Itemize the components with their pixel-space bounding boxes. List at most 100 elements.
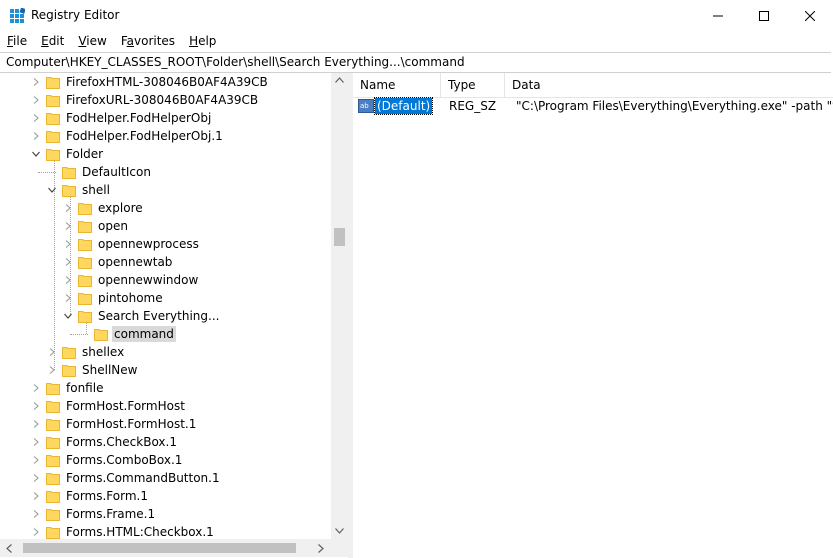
chevron-right-icon[interactable] [32, 402, 40, 410]
chevron-right-icon[interactable] [32, 384, 40, 392]
tree-item-label[interactable]: open [96, 218, 130, 234]
tree-item-folder[interactable]: Folder [0, 145, 331, 163]
minimize-button[interactable] [695, 0, 741, 32]
tree-item-label[interactable]: FodHelper.FodHelperObj [64, 110, 213, 126]
menu-favorites[interactable]: Favorites [114, 32, 182, 51]
tree-item-label[interactable]: FormHost.FormHost.1 [64, 416, 198, 432]
chevron-right-icon[interactable] [32, 528, 40, 536]
tree-item-label[interactable]: explore [96, 200, 145, 216]
tree-item-label[interactable]: shellex [80, 344, 126, 360]
tree-item-label[interactable]: Folder [64, 146, 105, 162]
tree-item-formhost-formhost-1[interactable]: FormHost.FormHost.1 [0, 415, 331, 433]
tree-horizontal-scroll-thumb[interactable] [23, 543, 296, 553]
tree-item-label[interactable]: command [112, 326, 176, 342]
chevron-right-icon[interactable] [32, 492, 40, 500]
chevron-right-icon[interactable] [32, 438, 40, 446]
tree-item-label[interactable]: DefaultIcon [80, 164, 153, 180]
tree-item-fodhelper-fodhelperobj-1[interactable]: FodHelper.FodHelperObj.1 [0, 127, 331, 145]
tree-item-label[interactable]: ShellNew [80, 362, 139, 378]
chevron-right-icon[interactable] [64, 204, 72, 212]
chevron-right-icon[interactable] [48, 366, 56, 374]
maximize-button[interactable] [741, 0, 787, 32]
scroll-right-arrow-icon[interactable] [318, 544, 324, 553]
registry-key-tree[interactable]: FirefoxHTML-308046B0AF4A39CB FirefoxURL-3… [0, 73, 347, 557]
chevron-right-icon[interactable] [48, 348, 56, 356]
tree-item-defaulticon[interactable]: DefaultIcon [0, 163, 331, 181]
chevron-right-icon[interactable] [32, 420, 40, 428]
tree-item-label[interactable]: FirefoxHTML-308046B0AF4A39CB [64, 74, 270, 90]
address-path[interactable]: Computer\HKEY_CLASSES_ROOT\Folder\shell\… [6, 55, 465, 69]
tree-item-fodhelper-fodhelperobj[interactable]: FodHelper.FodHelperObj [0, 109, 331, 127]
tree-item-label[interactable]: Forms.ComboBox.1 [64, 452, 184, 468]
tree-item-search-everything[interactable]: Search Everything... [0, 307, 331, 325]
tree-item-shellnew[interactable]: ShellNew [0, 361, 331, 379]
tree-item-label[interactable]: FodHelper.FodHelperObj.1 [64, 128, 225, 144]
chevron-right-icon[interactable] [32, 132, 40, 140]
tree-item-shell[interactable]: shell [0, 181, 331, 199]
tree-item-label[interactable]: opennewtab [96, 254, 174, 270]
chevron-right-icon[interactable] [64, 222, 72, 230]
tree-item-label[interactable]: FormHost.FormHost [64, 398, 187, 414]
menu-view[interactable]: View [71, 32, 113, 51]
tree-item-forms-combobox-1[interactable]: Forms.ComboBox.1 [0, 451, 331, 469]
tree-item-forms-checkbox-1[interactable]: Forms.CheckBox.1 [0, 433, 331, 451]
tree-item-explore[interactable]: explore [0, 199, 331, 217]
chevron-right-icon[interactable] [32, 456, 40, 464]
address-bar[interactable]: Computer\HKEY_CLASSES_ROOT\Folder\shell\… [0, 52, 831, 73]
tree-item-label[interactable]: opennewwindow [96, 272, 200, 288]
tree-item-opennewtab[interactable]: opennewtab [0, 253, 331, 271]
tree-item-pintohome[interactable]: pintohome [0, 289, 331, 307]
tree-item-label[interactable]: Forms.Form.1 [64, 488, 150, 504]
tree-item-label[interactable]: Forms.HTML:Checkbox.1 [64, 524, 216, 540]
tree-item-opennewprocess[interactable]: opennewprocess [0, 235, 331, 253]
scroll-up-arrow-icon[interactable] [335, 77, 344, 83]
chevron-right-icon[interactable] [32, 510, 40, 518]
tree-item-shellex[interactable]: shellex [0, 343, 331, 361]
tree-item-firefoxhtml-308046b0af4a39cb[interactable]: FirefoxHTML-308046B0AF4A39CB [0, 73, 331, 91]
tree-item-forms-form-1[interactable]: Forms.Form.1 [0, 487, 331, 505]
value-row[interactable]: ab (Default) REG_SZ "C:\Program Files\Ev… [353, 97, 833, 116]
tree-item-forms-frame-1[interactable]: Forms.Frame.1 [0, 505, 331, 523]
menu-edit[interactable]: Edit [34, 32, 71, 51]
chevron-right-icon[interactable] [64, 258, 72, 266]
tree-horizontal-scrollbar[interactable] [0, 539, 331, 557]
tree-vertical-scroll-thumb[interactable] [334, 228, 345, 246]
chevron-down-icon[interactable] [64, 312, 72, 320]
tree-item-label[interactable]: shell [80, 182, 112, 198]
chevron-right-icon[interactable] [64, 276, 72, 284]
tree-item-label[interactable]: Search Everything... [96, 308, 221, 324]
chevron-right-icon[interactable] [32, 78, 40, 86]
tree-item-label[interactable]: Forms.CommandButton.1 [64, 470, 222, 486]
tree-item-fonfile[interactable]: fonfile [0, 379, 331, 397]
chevron-right-icon[interactable] [32, 114, 40, 122]
tree-item-formhost-formhost[interactable]: FormHost.FormHost [0, 397, 331, 415]
chevron-right-icon[interactable] [32, 474, 40, 482]
tree-item-opennewwindow[interactable]: opennewwindow [0, 271, 331, 289]
chevron-down-icon[interactable] [48, 186, 56, 194]
tree-item-forms-commandbutton-1[interactable]: Forms.CommandButton.1 [0, 469, 331, 487]
chevron-down-icon[interactable] [32, 150, 40, 158]
menu-file[interactable]: File [0, 32, 34, 51]
scroll-down-arrow-icon[interactable] [335, 528, 344, 534]
tree-item-firefoxurl-308046b0af4a39cb[interactable]: FirefoxURL-308046B0AF4A39CB [0, 91, 331, 109]
chevron-right-icon[interactable] [64, 294, 72, 302]
tree-item-label[interactable]: Forms.CheckBox.1 [64, 434, 179, 450]
scroll-left-arrow-icon[interactable] [6, 544, 12, 553]
tree-vertical-scrollbar[interactable] [331, 73, 348, 539]
menu-help[interactable]: Help [182, 32, 223, 51]
column-header-data[interactable]: Data [505, 73, 833, 97]
value-name[interactable]: (Default) [373, 97, 434, 115]
tree-item-label[interactable]: pintohome [96, 290, 165, 306]
tree-item-command[interactable]: command [0, 325, 331, 343]
tree-item-label[interactable]: opennewprocess [96, 236, 201, 252]
column-header-name[interactable]: Name [353, 73, 441, 97]
tree-item-label[interactable]: Forms.Frame.1 [64, 506, 157, 522]
tree-item-label[interactable]: FirefoxURL-308046B0AF4A39CB [64, 92, 260, 108]
close-button[interactable] [787, 0, 833, 32]
tree-item-open[interactable]: open [0, 217, 331, 235]
chevron-right-icon[interactable] [64, 240, 72, 248]
chevron-right-icon[interactable] [32, 96, 40, 104]
values-list[interactable]: Name Type Data ab (Default) REG_SZ "C:\P… [353, 73, 833, 558]
tree-item-label[interactable]: fonfile [64, 380, 105, 396]
column-header-type[interactable]: Type [441, 73, 505, 97]
